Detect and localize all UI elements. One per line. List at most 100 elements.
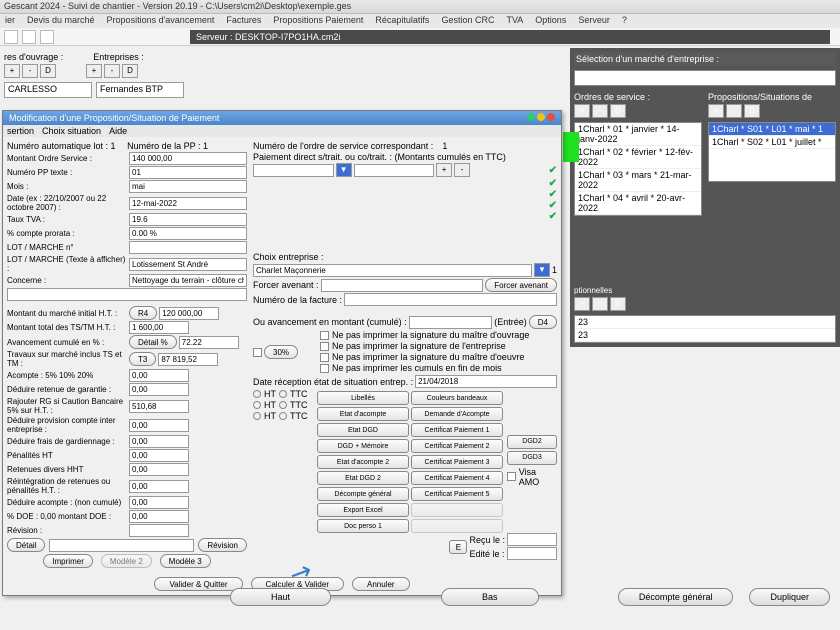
action-button[interactable]: Décompte général — [317, 487, 409, 501]
d-button[interactable]: D — [122, 64, 138, 78]
menu-item[interactable]: ier — [2, 14, 18, 28]
date-recep-input[interactable] — [415, 375, 557, 388]
list-item[interactable]: 1Charl * S01 * L01 * mai * 1 — [709, 123, 835, 136]
checkbox[interactable] — [253, 348, 262, 357]
row-button[interactable]: R4 — [129, 306, 157, 320]
d-button[interactable]: D — [40, 64, 56, 78]
menu-item[interactable]: Devis du marché — [24, 14, 98, 28]
field-input[interactable] — [129, 449, 189, 462]
checkbox[interactable] — [320, 364, 329, 373]
field-input[interactable] — [129, 180, 247, 193]
d-button[interactable]: D — [610, 104, 626, 118]
minus-button[interactable]: - — [454, 163, 470, 177]
menu-item[interactable]: ? — [619, 14, 630, 28]
action-button[interactable]: Etat DGD 2 — [317, 471, 409, 485]
plus-button[interactable]: + — [86, 64, 102, 78]
choix-combo[interactable] — [253, 264, 532, 277]
field-input[interactable] — [129, 258, 247, 271]
action-button[interactable]: Etat d'acompte 2 — [317, 455, 409, 469]
bas-button[interactable]: Bas — [441, 588, 539, 606]
field-input[interactable] — [179, 336, 239, 349]
action-button[interactable]: Couleurs bandeaux — [411, 391, 503, 405]
menu-item[interactable]: Propositions d'avancement — [104, 14, 218, 28]
paiement-amount[interactable] — [354, 164, 435, 177]
pct30-button[interactable]: 30% — [264, 345, 298, 359]
ouvrage-list[interactable]: CARLESSO — [4, 82, 92, 98]
field-input[interactable] — [129, 227, 247, 240]
num-facture-input[interactable] — [344, 293, 557, 306]
radio[interactable] — [253, 412, 261, 420]
plus-button[interactable]: + — [708, 104, 724, 118]
forcer-input[interactable] — [321, 279, 484, 292]
menu-item[interactable]: Récapitulatifs — [372, 14, 432, 28]
dropdown-icon[interactable]: ▼ — [534, 263, 550, 277]
action-button[interactable]: Export Excel — [317, 503, 409, 517]
imprimer-button[interactable]: Imprimer — [43, 554, 93, 568]
action-button[interactable]: Certificat Paiement 2 — [411, 439, 503, 453]
minus-button[interactable]: - — [592, 297, 608, 311]
action-button[interactable]: Demande d'Acompte — [411, 407, 503, 421]
field-input[interactable] — [129, 524, 189, 537]
haut-button[interactable]: Haut — [230, 588, 331, 606]
row-button[interactable]: T3 — [129, 352, 156, 366]
radio[interactable] — [279, 412, 287, 420]
field-input[interactable] — [129, 369, 189, 382]
plus-button[interactable]: + — [436, 163, 452, 177]
green-tab[interactable] — [563, 132, 579, 162]
dgd2-button[interactable]: DGD2 — [507, 435, 557, 449]
list-item[interactable]: 1Charl * 01 * janvier * 14-janv-2022 — [575, 123, 701, 146]
field-input[interactable] — [129, 166, 247, 179]
row-button[interactable]: Détail % — [129, 335, 177, 349]
action-button[interactable]: Etat DGD — [317, 423, 409, 437]
field-input[interactable] — [158, 353, 218, 366]
field-input[interactable] — [129, 274, 247, 287]
revision-button[interactable]: Révision — [198, 538, 247, 552]
field-input[interactable] — [129, 152, 247, 165]
checkbox[interactable] — [320, 331, 329, 340]
dropdown-icon[interactable]: ▼ — [336, 163, 352, 177]
menu-item[interactable]: Aide — [109, 126, 127, 136]
minus-button[interactable]: - — [104, 64, 120, 78]
radio[interactable] — [253, 401, 261, 409]
menu-item[interactable]: Propositions Paiement — [270, 14, 366, 28]
checkbox[interactable] — [507, 472, 516, 481]
avance-input[interactable] — [409, 316, 493, 329]
field-input[interactable] — [129, 213, 247, 226]
edite-input[interactable] — [507, 547, 558, 560]
decompte-button[interactable]: Décompte général — [618, 588, 734, 606]
window-controls[interactable] — [525, 113, 555, 123]
menu-item[interactable]: TVA — [503, 14, 526, 28]
marche-combo[interactable] — [574, 70, 836, 86]
field-input[interactable] — [129, 383, 189, 396]
dupliquer-button[interactable]: Dupliquer — [749, 588, 830, 606]
action-button[interactable]: Certificat Paiement 4 — [411, 471, 503, 485]
tool-icon[interactable] — [40, 30, 54, 44]
field-input[interactable] — [159, 307, 219, 320]
d4-button[interactable]: D4 — [529, 315, 557, 329]
field-input[interactable] — [129, 241, 247, 254]
field-input[interactable] — [129, 197, 247, 210]
minus-button[interactable]: - — [726, 104, 742, 118]
field-input[interactable] — [129, 435, 189, 448]
forcer-button[interactable]: Forcer avenant — [485, 278, 557, 292]
field-input[interactable] — [129, 480, 189, 493]
action-button[interactable]: Certificat Paiement 3 — [411, 455, 503, 469]
menu-item[interactable]: Options — [532, 14, 569, 28]
list-item[interactable]: 1Charl * 02 * février * 12-fév-2022 — [575, 146, 701, 169]
checkbox[interactable] — [320, 353, 329, 362]
field-input[interactable] — [129, 400, 189, 413]
modele3-button[interactable]: Modèle 3 — [160, 554, 211, 568]
menu-item[interactable]: Factures — [223, 14, 264, 28]
list-item[interactable]: 1Charl * 03 * mars * 21-mar-2022 — [575, 169, 701, 192]
field-input[interactable] — [129, 510, 189, 523]
action-button[interactable]: Libellés — [317, 391, 409, 405]
dgd3-button[interactable]: DGD3 — [507, 451, 557, 465]
minus-button[interactable]: - — [22, 64, 38, 78]
menu-item[interactable]: Serveur — [575, 14, 613, 28]
revision-input[interactable] — [49, 539, 194, 552]
list-item[interactable]: 1Charl * 04 * avril * 20-avr-2022 — [575, 192, 701, 215]
tool-icon[interactable] — [4, 30, 18, 44]
plus-button[interactable]: + — [4, 64, 20, 78]
action-button[interactable]: Etat d'acompte — [317, 407, 409, 421]
plus-button[interactable]: + — [574, 104, 590, 118]
